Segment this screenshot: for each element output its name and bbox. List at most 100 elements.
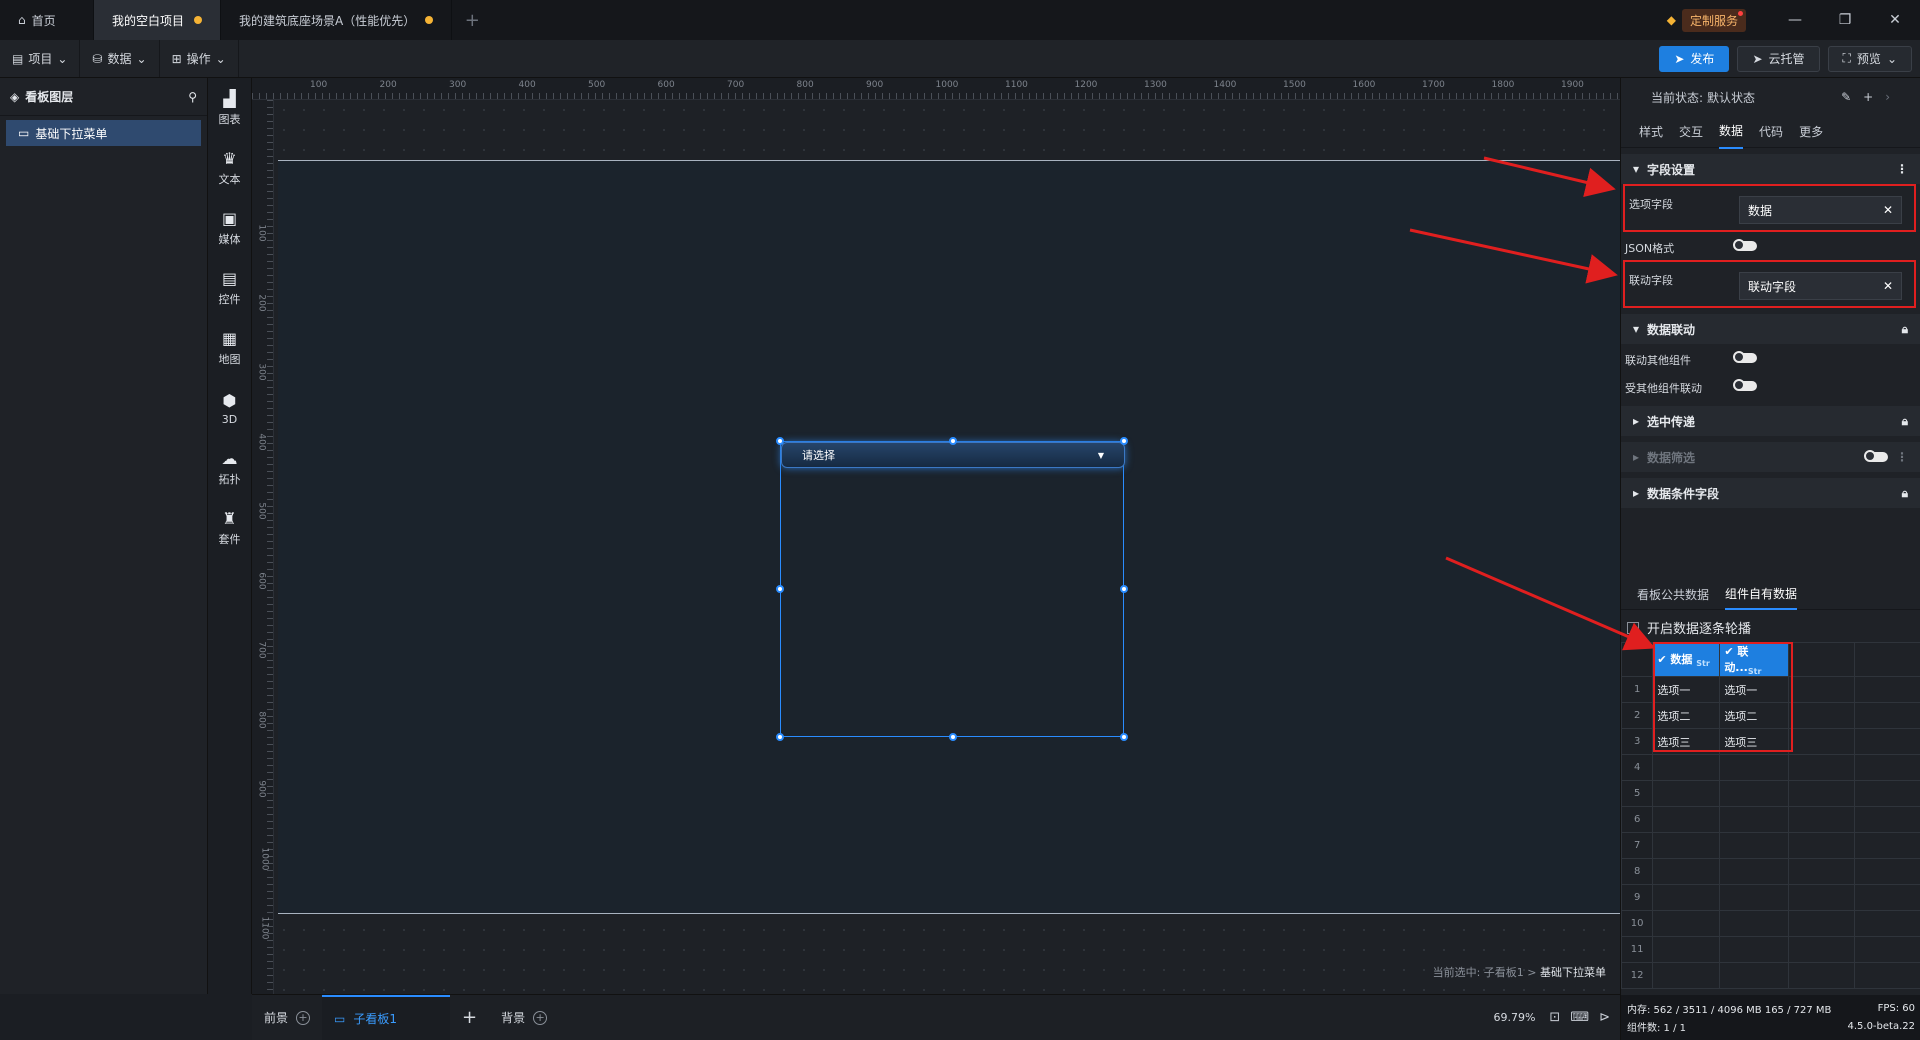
- layer-item[interactable]: ▭ 基础下拉菜单: [6, 120, 201, 146]
- grid-cell[interactable]: [1853, 642, 1920, 678]
- canvas[interactable]: 请选择 ▼ 当前选中: 子看板1 > 基础下拉菜单: [274, 100, 1620, 994]
- resize-handle[interactable]: [1120, 733, 1128, 741]
- zoom-level[interactable]: 69.79%: [1493, 1011, 1535, 1024]
- grid-cell[interactable]: [1787, 780, 1855, 808]
- rail-item-kit[interactable]: ♜ 套件: [208, 498, 251, 558]
- grid-cell[interactable]: [1652, 754, 1721, 782]
- more-vertical-icon[interactable]: ⋮: [1896, 450, 1908, 464]
- menu-project[interactable]: ▤ 项目 ⌄: [0, 40, 81, 77]
- add-icon[interactable]: +: [1863, 90, 1873, 104]
- terminal-icon[interactable]: ⊳: [1599, 1010, 1610, 1025]
- grid-cell[interactable]: [1719, 962, 1789, 990]
- grid-cell[interactable]: 选项一: [1719, 676, 1789, 704]
- carousel-checkbox[interactable]: [1627, 621, 1639, 634]
- add-icon[interactable]: +: [296, 1010, 311, 1025]
- add-icon[interactable]: +: [533, 1010, 548, 1025]
- dropdown-select[interactable]: 请选择 ▼: [781, 442, 1125, 468]
- resize-handle[interactable]: [776, 585, 784, 593]
- rail-item-map[interactable]: ▦ 地图: [208, 318, 251, 378]
- tab-code[interactable]: 代码: [1759, 115, 1783, 148]
- carousel-option[interactable]: 开启数据逐条轮播: [1627, 618, 1751, 637]
- tab-foreground[interactable]: 前景 +: [252, 995, 322, 1040]
- tab-data[interactable]: 数据: [1719, 114, 1744, 149]
- grid-cell[interactable]: 选项二: [1719, 702, 1789, 730]
- clear-icon[interactable]: ✕: [1883, 279, 1893, 293]
- tab-home[interactable]: ⌂ 首页: [0, 0, 94, 40]
- grid-cell[interactable]: [1853, 832, 1920, 860]
- grid-cell[interactable]: [1719, 858, 1789, 886]
- grid-cell[interactable]: 选项三: [1652, 728, 1721, 756]
- grid-cell[interactable]: [1652, 936, 1721, 964]
- grid-cell[interactable]: [1652, 832, 1721, 860]
- rail-item-control[interactable]: ▤ 控件: [208, 258, 251, 318]
- grid-cell[interactable]: [1787, 910, 1855, 938]
- tab-blank-project[interactable]: 我的空白项目: [94, 0, 222, 40]
- grid-cell[interactable]: [1787, 884, 1855, 912]
- clear-icon[interactable]: ✕: [1883, 203, 1893, 217]
- grid-cell[interactable]: [1853, 702, 1920, 730]
- lock-icon[interactable]: 🔒︎: [1902, 486, 1908, 501]
- dashboard-board[interactable]: 请选择 ▼: [278, 160, 1620, 914]
- grid-cell[interactable]: [1787, 728, 1855, 756]
- selected-component[interactable]: 请选择 ▼: [776, 437, 1128, 741]
- preview-button[interactable]: ⛶ 预览 ⌄: [1827, 45, 1912, 72]
- tab-style[interactable]: 样式: [1639, 115, 1663, 148]
- resize-handle[interactable]: [949, 733, 957, 741]
- publish-button[interactable]: ➤ 发布: [1659, 45, 1730, 72]
- close-icon[interactable]: ✕: [1870, 0, 1920, 40]
- grid-header[interactable]: ✔ 数据 Str: [1652, 642, 1721, 678]
- grid-cell[interactable]: [1652, 780, 1721, 808]
- menu-data[interactable]: ⛁ 数据 ⌄: [80, 40, 160, 77]
- cloud-hosting-button[interactable]: ➤ 云托管: [1737, 45, 1820, 72]
- rail-item-media[interactable]: ▣ 媒体: [208, 198, 251, 258]
- link-other-toggle[interactable]: [1733, 351, 1757, 363]
- grid-cell[interactable]: [1719, 780, 1789, 808]
- grid-cell[interactable]: [1787, 642, 1855, 678]
- tab-sub-board[interactable]: ▭ 子看板1: [322, 995, 451, 1040]
- grid-cell[interactable]: [1787, 832, 1855, 860]
- add-board-icon[interactable]: +: [450, 995, 489, 1040]
- grid-cell[interactable]: [1853, 858, 1920, 886]
- data-filter-toggle[interactable]: [1864, 450, 1888, 462]
- grid-cell[interactable]: [1787, 754, 1855, 782]
- tab-background[interactable]: 背景 +: [489, 995, 559, 1040]
- grid-cell[interactable]: [1719, 936, 1789, 964]
- tab-more[interactable]: 更多: [1799, 115, 1823, 148]
- grid-cell[interactable]: [1719, 754, 1789, 782]
- grid-cell[interactable]: [1853, 754, 1920, 782]
- grid-cell[interactable]: [1787, 936, 1855, 964]
- restore-icon[interactable]: ❐: [1820, 0, 1870, 40]
- link-field-select[interactable]: 联动字段 ✕: [1739, 272, 1902, 300]
- search-icon[interactable]: ⚲: [188, 90, 197, 104]
- section-select-pass[interactable]: ▸ 选中传递 🔒︎: [1621, 406, 1920, 436]
- grid-cell[interactable]: 选项三: [1719, 728, 1789, 756]
- grid-cell[interactable]: [1853, 910, 1920, 938]
- section-data-link[interactable]: ▾ 数据联动 🔒︎: [1621, 314, 1920, 344]
- add-tab-icon[interactable]: +: [452, 0, 492, 40]
- grid-cell[interactable]: [1853, 936, 1920, 964]
- grid-cell[interactable]: [1787, 806, 1855, 834]
- lock-icon[interactable]: 🔒︎: [1902, 414, 1908, 429]
- grid-cell[interactable]: [1853, 676, 1920, 704]
- grid-cell[interactable]: [1652, 884, 1721, 912]
- option-field-select[interactable]: 数据 ✕: [1739, 196, 1902, 224]
- tab-component-data[interactable]: 组件自有数据: [1725, 579, 1798, 610]
- grid-cell[interactable]: [1787, 702, 1855, 730]
- tab-building-scene[interactable]: 我的建筑底座场景A（性能优先）: [221, 0, 453, 40]
- fit-screen-icon[interactable]: ⊡: [1549, 1010, 1560, 1025]
- grid-cell[interactable]: [1787, 858, 1855, 886]
- grid-cell[interactable]: 选项二: [1652, 702, 1721, 730]
- section-field-settings[interactable]: ▾ 字段设置 ⋮: [1621, 154, 1920, 184]
- custom-service-button[interactable]: ◆ 定制服务: [1667, 0, 1746, 40]
- keyboard-icon[interactable]: ⌨: [1570, 1010, 1589, 1025]
- grid-cell[interactable]: [1719, 910, 1789, 938]
- grid-cell[interactable]: [1853, 780, 1920, 808]
- lock-icon[interactable]: 🔒︎: [1902, 322, 1908, 337]
- menu-operation[interactable]: ⊞ 操作 ⌄: [160, 40, 239, 77]
- section-data-condition[interactable]: ▸ 数据条件字段 🔒︎: [1621, 478, 1920, 508]
- rail-item-text[interactable]: ♛ 文本: [208, 138, 251, 198]
- more-vertical-icon[interactable]: ⋮: [1896, 162, 1908, 176]
- resize-handle[interactable]: [1120, 437, 1128, 445]
- be-linked-toggle[interactable]: [1733, 379, 1757, 391]
- grid-cell[interactable]: [1652, 910, 1721, 938]
